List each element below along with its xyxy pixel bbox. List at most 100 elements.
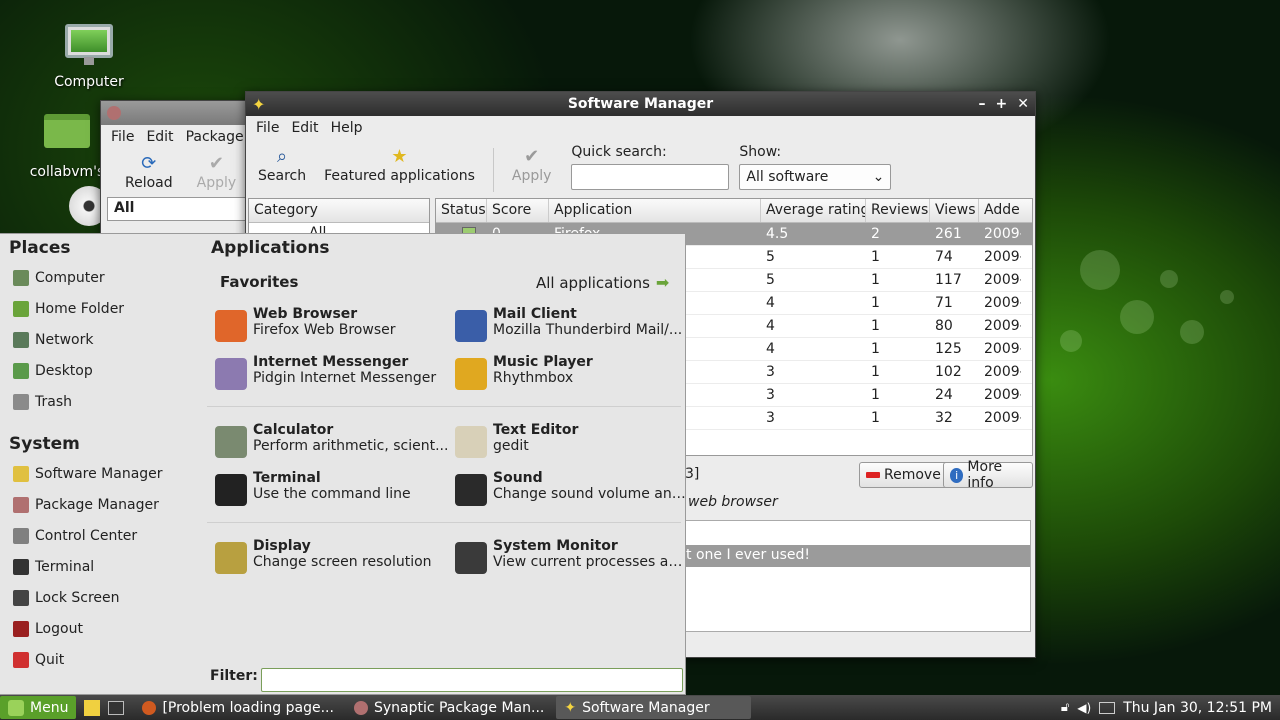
task-firefox[interactable]: [Problem loading page... — [134, 696, 342, 719]
volume-icon[interactable]: ◀) — [1077, 701, 1091, 715]
system-item-logout[interactable]: Logout — [0, 613, 203, 644]
system-item-label: Terminal — [35, 558, 95, 575]
show-select[interactable]: All software ⌄ — [739, 164, 892, 190]
search-button[interactable]: ⌕ Search — [252, 144, 312, 186]
star-icon: ✦ — [252, 94, 266, 114]
col-score[interactable]: Score — [487, 199, 549, 222]
desktop-icon-label: collabvm's — [29, 164, 105, 180]
col-application[interactable]: Application — [549, 199, 761, 222]
places-item-home-folder[interactable]: Home Folder — [0, 293, 203, 324]
col-status[interactable]: Status — [436, 199, 487, 222]
app-calculator[interactable]: Calculator Perform arithmetic, scient... — [215, 422, 451, 466]
system-item-terminal[interactable]: Terminal — [0, 551, 203, 582]
cell-added: 2009- — [984, 272, 1021, 288]
apply-button[interactable]: ✔ Apply — [506, 144, 558, 186]
places-item-computer[interactable]: Computer — [0, 262, 203, 293]
terminal-icon — [215, 474, 247, 506]
synaptic-window[interactable]: File Edit Package ⟳ Reload ✔ Apply All — [100, 100, 260, 240]
swmgr-titlebar[interactable]: ✦ Software Manager – + ✕ — [246, 92, 1035, 116]
app-mail-client[interactable]: Mail Client Mozilla Thunderbird Mail/... — [455, 306, 691, 350]
col-reviews[interactable]: Reviews — [866, 199, 930, 222]
app-web-browser[interactable]: Web Browser Firefox Web Browser — [215, 306, 451, 350]
app-name: Text Editor — [493, 422, 579, 438]
window-title: Software Manager — [567, 96, 714, 112]
app-terminal[interactable]: Terminal Use the command line — [215, 470, 451, 514]
menu-button[interactable]: Menu — [0, 696, 77, 719]
menu-edit[interactable]: Edit — [285, 120, 324, 136]
synaptic-menu-edit[interactable]: Edit — [140, 129, 179, 145]
app-text: Terminal Use the command line — [253, 470, 449, 514]
cell-reviews: 1 — [871, 387, 880, 403]
system-item-quit[interactable]: Quit — [0, 644, 203, 675]
desktop-icon-home[interactable]: collabvm's — [22, 104, 112, 180]
synaptic-menu-file[interactable]: File — [105, 129, 140, 145]
more-info-button[interactable]: i More info — [943, 459, 1033, 491]
places-item-trash[interactable]: Trash — [0, 386, 203, 417]
system-item-control-center[interactable]: Control Center — [0, 520, 203, 551]
system-item-label: Quit — [35, 651, 65, 668]
app-internet-messenger[interactable]: Internet Messenger Pidgin Internet Messen… — [215, 354, 451, 398]
minimize-button[interactable]: – — [979, 96, 986, 112]
category-header[interactable]: Category — [249, 199, 429, 223]
quick-search-input[interactable] — [571, 164, 730, 190]
places-title: Places — [9, 238, 71, 258]
places-item-desktop[interactable]: Desktop — [0, 355, 203, 386]
task-software-manager[interactable]: ✦ Software Manager — [556, 696, 752, 719]
app-music-player[interactable]: Music Player Rhythmbox — [455, 354, 691, 398]
app-text-editor[interactable]: Text Editor gedit — [455, 422, 691, 466]
task-synaptic[interactable]: Synaptic Package Man... — [346, 696, 552, 719]
app-sound[interactable]: Sound Change sound volume and... — [455, 470, 691, 514]
package-manager-icon — [13, 496, 29, 513]
menu-label: Menu — [30, 699, 69, 716]
filter-label: Filter: — [210, 668, 258, 684]
menu-help[interactable]: Help — [325, 120, 369, 136]
synaptic-apply-button[interactable]: ✔ Apply — [191, 151, 243, 193]
menu-file[interactable]: File — [250, 120, 285, 136]
network-icon[interactable] — [1099, 701, 1116, 714]
mint-logo-icon — [8, 699, 24, 716]
close-button[interactable]: ✕ — [1017, 96, 1029, 112]
filter-input[interactable] — [261, 668, 683, 692]
places-item-network[interactable]: Network — [0, 324, 203, 355]
cell-rating: 4 — [766, 318, 775, 334]
cell-rating: 4 — [766, 341, 775, 357]
review-row[interactable]: t one I ever used! — [686, 545, 1030, 567]
text-editor-launcher-icon[interactable] — [84, 699, 101, 716]
cell-reviews: 1 — [871, 295, 880, 311]
synaptic-toolbar: ⟳ Reload ✔ Apply — [101, 149, 259, 195]
all-applications-button[interactable]: All applications ➡ — [536, 273, 669, 292]
synaptic-menu-package[interactable]: Package — [180, 129, 250, 145]
reviews-pane[interactable]: t one I ever used! — [685, 520, 1031, 632]
cell-reviews: 1 — [871, 318, 880, 334]
desktop-icon-computer[interactable]: Computer — [44, 20, 134, 90]
favorites-title: Favorites — [220, 273, 299, 291]
app-display[interactable]: Display Change screen resolution — [215, 538, 451, 582]
terminal-launcher-icon[interactable] — [108, 700, 125, 715]
cell-reviews: 1 — [871, 364, 880, 380]
col-average-rating[interactable]: Average rating — [761, 199, 866, 222]
lock-icon[interactable]: 🔓︎ — [1061, 700, 1069, 715]
maximize-button[interactable]: + — [996, 96, 1008, 112]
cell-rating: 5 — [766, 272, 775, 288]
synaptic-filter-all[interactable]: All — [107, 197, 253, 221]
cell-views: 125 — [935, 341, 962, 357]
cell-added: 2009- — [984, 410, 1021, 426]
system-item-lock-screen[interactable]: Lock Screen — [0, 582, 203, 613]
col-views[interactable]: Views — [930, 199, 979, 222]
app-description: gedit — [493, 438, 529, 454]
featured-button[interactable]: ★ Featured applications — [318, 144, 481, 186]
system-item-label: Lock Screen — [35, 589, 120, 606]
reload-button[interactable]: ⟳ Reload — [119, 151, 179, 193]
sound-icon — [455, 474, 487, 506]
system-item-software-manager[interactable]: Software Manager — [0, 458, 203, 489]
home-folder-icon — [42, 114, 92, 160]
clock[interactable]: Thu Jan 30, 12:51 PM — [1123, 700, 1272, 716]
summary-text: web browser — [688, 494, 778, 510]
cell-reviews: 1 — [871, 249, 880, 265]
system-item-package-manager[interactable]: Package Manager — [0, 489, 203, 520]
start-menu[interactable]: Places Computer Home Folder Network Desktop… — [0, 233, 689, 695]
app-system-monitor[interactable]: System Monitor View current processes an.… — [455, 538, 691, 582]
synaptic-titlebar[interactable] — [101, 101, 259, 125]
remove-button[interactable]: Remove — [859, 462, 948, 488]
col-added[interactable]: Adde — [979, 199, 1021, 222]
